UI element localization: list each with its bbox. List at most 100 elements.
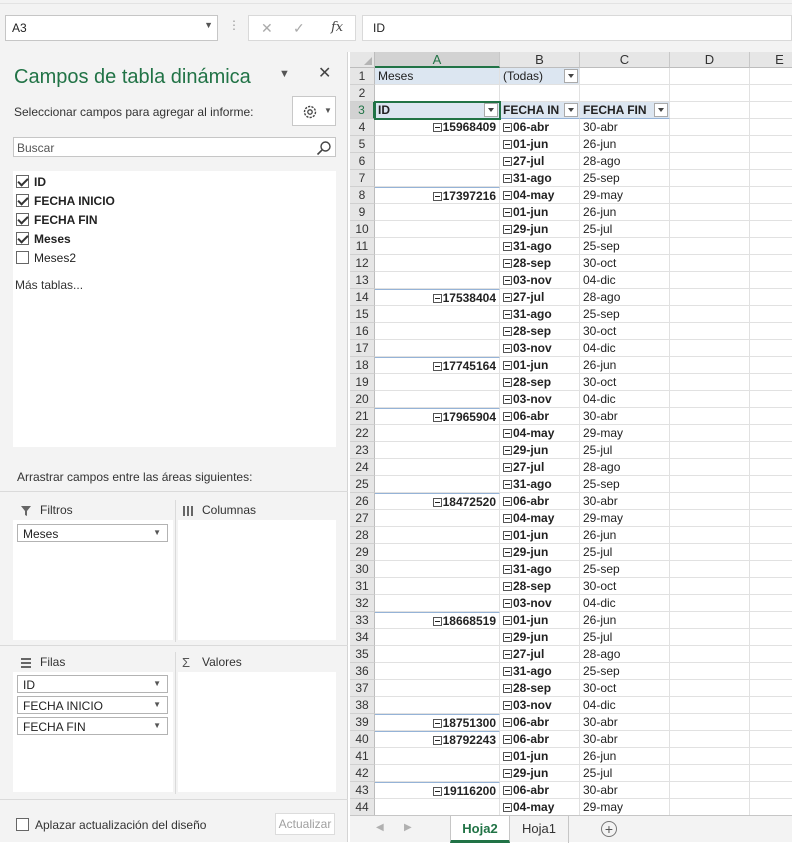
pivot-cell-id[interactable] [375,799,500,815]
column-header-d[interactable]: D [670,52,750,68]
cell[interactable] [750,119,792,136]
collapse-icon[interactable] [503,514,512,523]
row-header[interactable]: 36 [350,663,375,680]
cell[interactable] [750,493,792,510]
search-icon[interactable] [316,140,332,156]
field-item-id[interactable]: ID [13,173,333,191]
cell[interactable] [670,204,750,221]
row-field-fecha-inicio[interactable]: FECHA INICIO ▼ [17,696,168,714]
worksheet-grid[interactable]: ABCDE 1 2 3 4 5 6 7 8 9 10 11 12 13 14 15 16 17 18 19 20 21 2… [350,52,792,815]
pivot-cell-fecha-fin[interactable]: 25-sep [580,561,670,578]
row-header[interactable]: 5 [350,136,375,153]
pivot-cell-fecha-inicio[interactable]: 03-nov [500,595,580,612]
pivot-cell-fecha-fin[interactable]: 25-sep [580,306,670,323]
pivot-cell-id[interactable]: 17745164 [375,357,500,374]
cell[interactable] [670,510,750,527]
pivot-cell-fecha-inicio[interactable]: 31-ago [500,561,580,578]
values-area[interactable] [178,672,336,792]
pivot-cell-fecha-fin[interactable]: 30-abr [580,714,670,731]
pivot-cell-fecha-inicio[interactable]: 27-jul [500,459,580,476]
cell[interactable] [750,170,792,187]
filter-label-cell[interactable]: Meses [375,68,500,85]
pivot-cell-fecha-inicio[interactable]: 27-jul [500,646,580,663]
collapse-icon[interactable] [503,667,512,676]
pivot-cell-id[interactable] [375,476,500,493]
column-header-e[interactable]: E [750,52,792,68]
row-header[interactable]: 21 [350,408,375,425]
pivot-cell-id[interactable] [375,510,500,527]
cell[interactable] [750,425,792,442]
cell[interactable] [670,425,750,442]
pivot-cell-fecha-fin[interactable]: 26-jun [580,204,670,221]
pivot-cell-fecha-inicio[interactable]: 29-jun [500,442,580,459]
chevron-down-icon[interactable]: ▼ [153,721,161,730]
pivot-cell-fecha-inicio[interactable]: 31-ago [500,238,580,255]
field-item-fecha-inicio[interactable]: FECHA INICIO [13,192,333,210]
collapse-icon[interactable] [503,429,512,438]
cell[interactable] [750,187,792,204]
collapse-icon[interactable] [432,362,442,371]
collapse-icon[interactable] [503,208,512,217]
collapse-icon[interactable] [503,531,512,540]
cell[interactable] [750,748,792,765]
row-header[interactable]: 3 [350,102,375,119]
pivot-cell-id[interactable] [375,340,500,357]
pivot-cell-id[interactable] [375,323,500,340]
cell[interactable] [670,272,750,289]
cell[interactable] [670,663,750,680]
cell[interactable] [670,578,750,595]
checkbox[interactable] [16,194,29,207]
pivot-cell-fecha-inicio[interactable]: 03-nov [500,391,580,408]
pivot-cell-fecha-inicio[interactable]: 06-abr [500,493,580,510]
cell[interactable] [750,153,792,170]
pivot-cell-fecha-fin[interactable]: 04-dic [580,340,670,357]
row-header[interactable]: 39 [350,714,375,731]
chevron-down-icon[interactable]: ▼ [153,679,161,688]
pivot-cell-id[interactable] [375,459,500,476]
row-header[interactable]: 18 [350,357,375,374]
cell[interactable] [750,476,792,493]
pivot-cell-id[interactable]: 15968409 [375,119,500,136]
row-header[interactable]: 30 [350,561,375,578]
pivot-cell-id[interactable]: 19116200 [375,782,500,799]
pivot-cell-fecha-fin[interactable]: 25-jul [580,765,670,782]
pivot-cell-fecha-fin[interactable]: 26-jun [580,527,670,544]
cell[interactable] [750,663,792,680]
more-tables-link[interactable]: Más tablas... [15,278,83,292]
pivot-cell-fecha-inicio[interactable]: 29-jun [500,765,580,782]
pivot-cell-id[interactable] [375,255,500,272]
cell[interactable] [670,255,750,272]
pivot-cell-id[interactable]: 18792243 [375,731,500,748]
pivot-cell-fecha-fin[interactable]: 25-jul [580,544,670,561]
cell[interactable] [750,204,792,221]
cell[interactable] [750,357,792,374]
enter-icon[interactable]: ✓ [293,20,305,37]
collapse-icon[interactable] [432,123,442,132]
pivot-header-id[interactable]: ID [375,102,500,119]
pivot-cell-fecha-fin[interactable]: 04-dic [580,272,670,289]
pivot-header-fecha-inicio[interactable]: FECHA IN [500,102,580,119]
pivot-cell-fecha-fin[interactable]: 28-ago [580,289,670,306]
pivot-cell-id[interactable]: 17538404 [375,289,500,306]
search-input[interactable]: Buscar [13,137,336,157]
cell[interactable] [670,493,750,510]
collapse-icon[interactable] [503,633,512,642]
cell[interactable] [750,323,792,340]
row-header[interactable]: 44 [350,799,375,815]
pivot-cell-fecha-fin[interactable]: 28-ago [580,646,670,663]
pivot-cell-fecha-inicio[interactable]: 06-abr [500,408,580,425]
cell[interactable] [670,714,750,731]
update-button[interactable]: Actualizar [275,813,335,835]
cell[interactable] [670,357,750,374]
pivot-cell-fecha-fin[interactable]: 04-dic [580,391,670,408]
pivot-cell-fecha-inicio[interactable]: 29-jun [500,544,580,561]
pivot-cell-fecha-inicio[interactable]: 04-may [500,187,580,204]
cell[interactable] [750,527,792,544]
pivot-cell-fecha-inicio[interactable]: 28-sep [500,323,580,340]
cell[interactable] [750,442,792,459]
collapse-icon[interactable] [503,650,512,659]
cell[interactable] [750,68,792,85]
row-header[interactable]: 9 [350,204,375,221]
pivot-cell-fecha-inicio[interactable]: 01-jun [500,612,580,629]
collapse-icon[interactable] [503,310,512,319]
